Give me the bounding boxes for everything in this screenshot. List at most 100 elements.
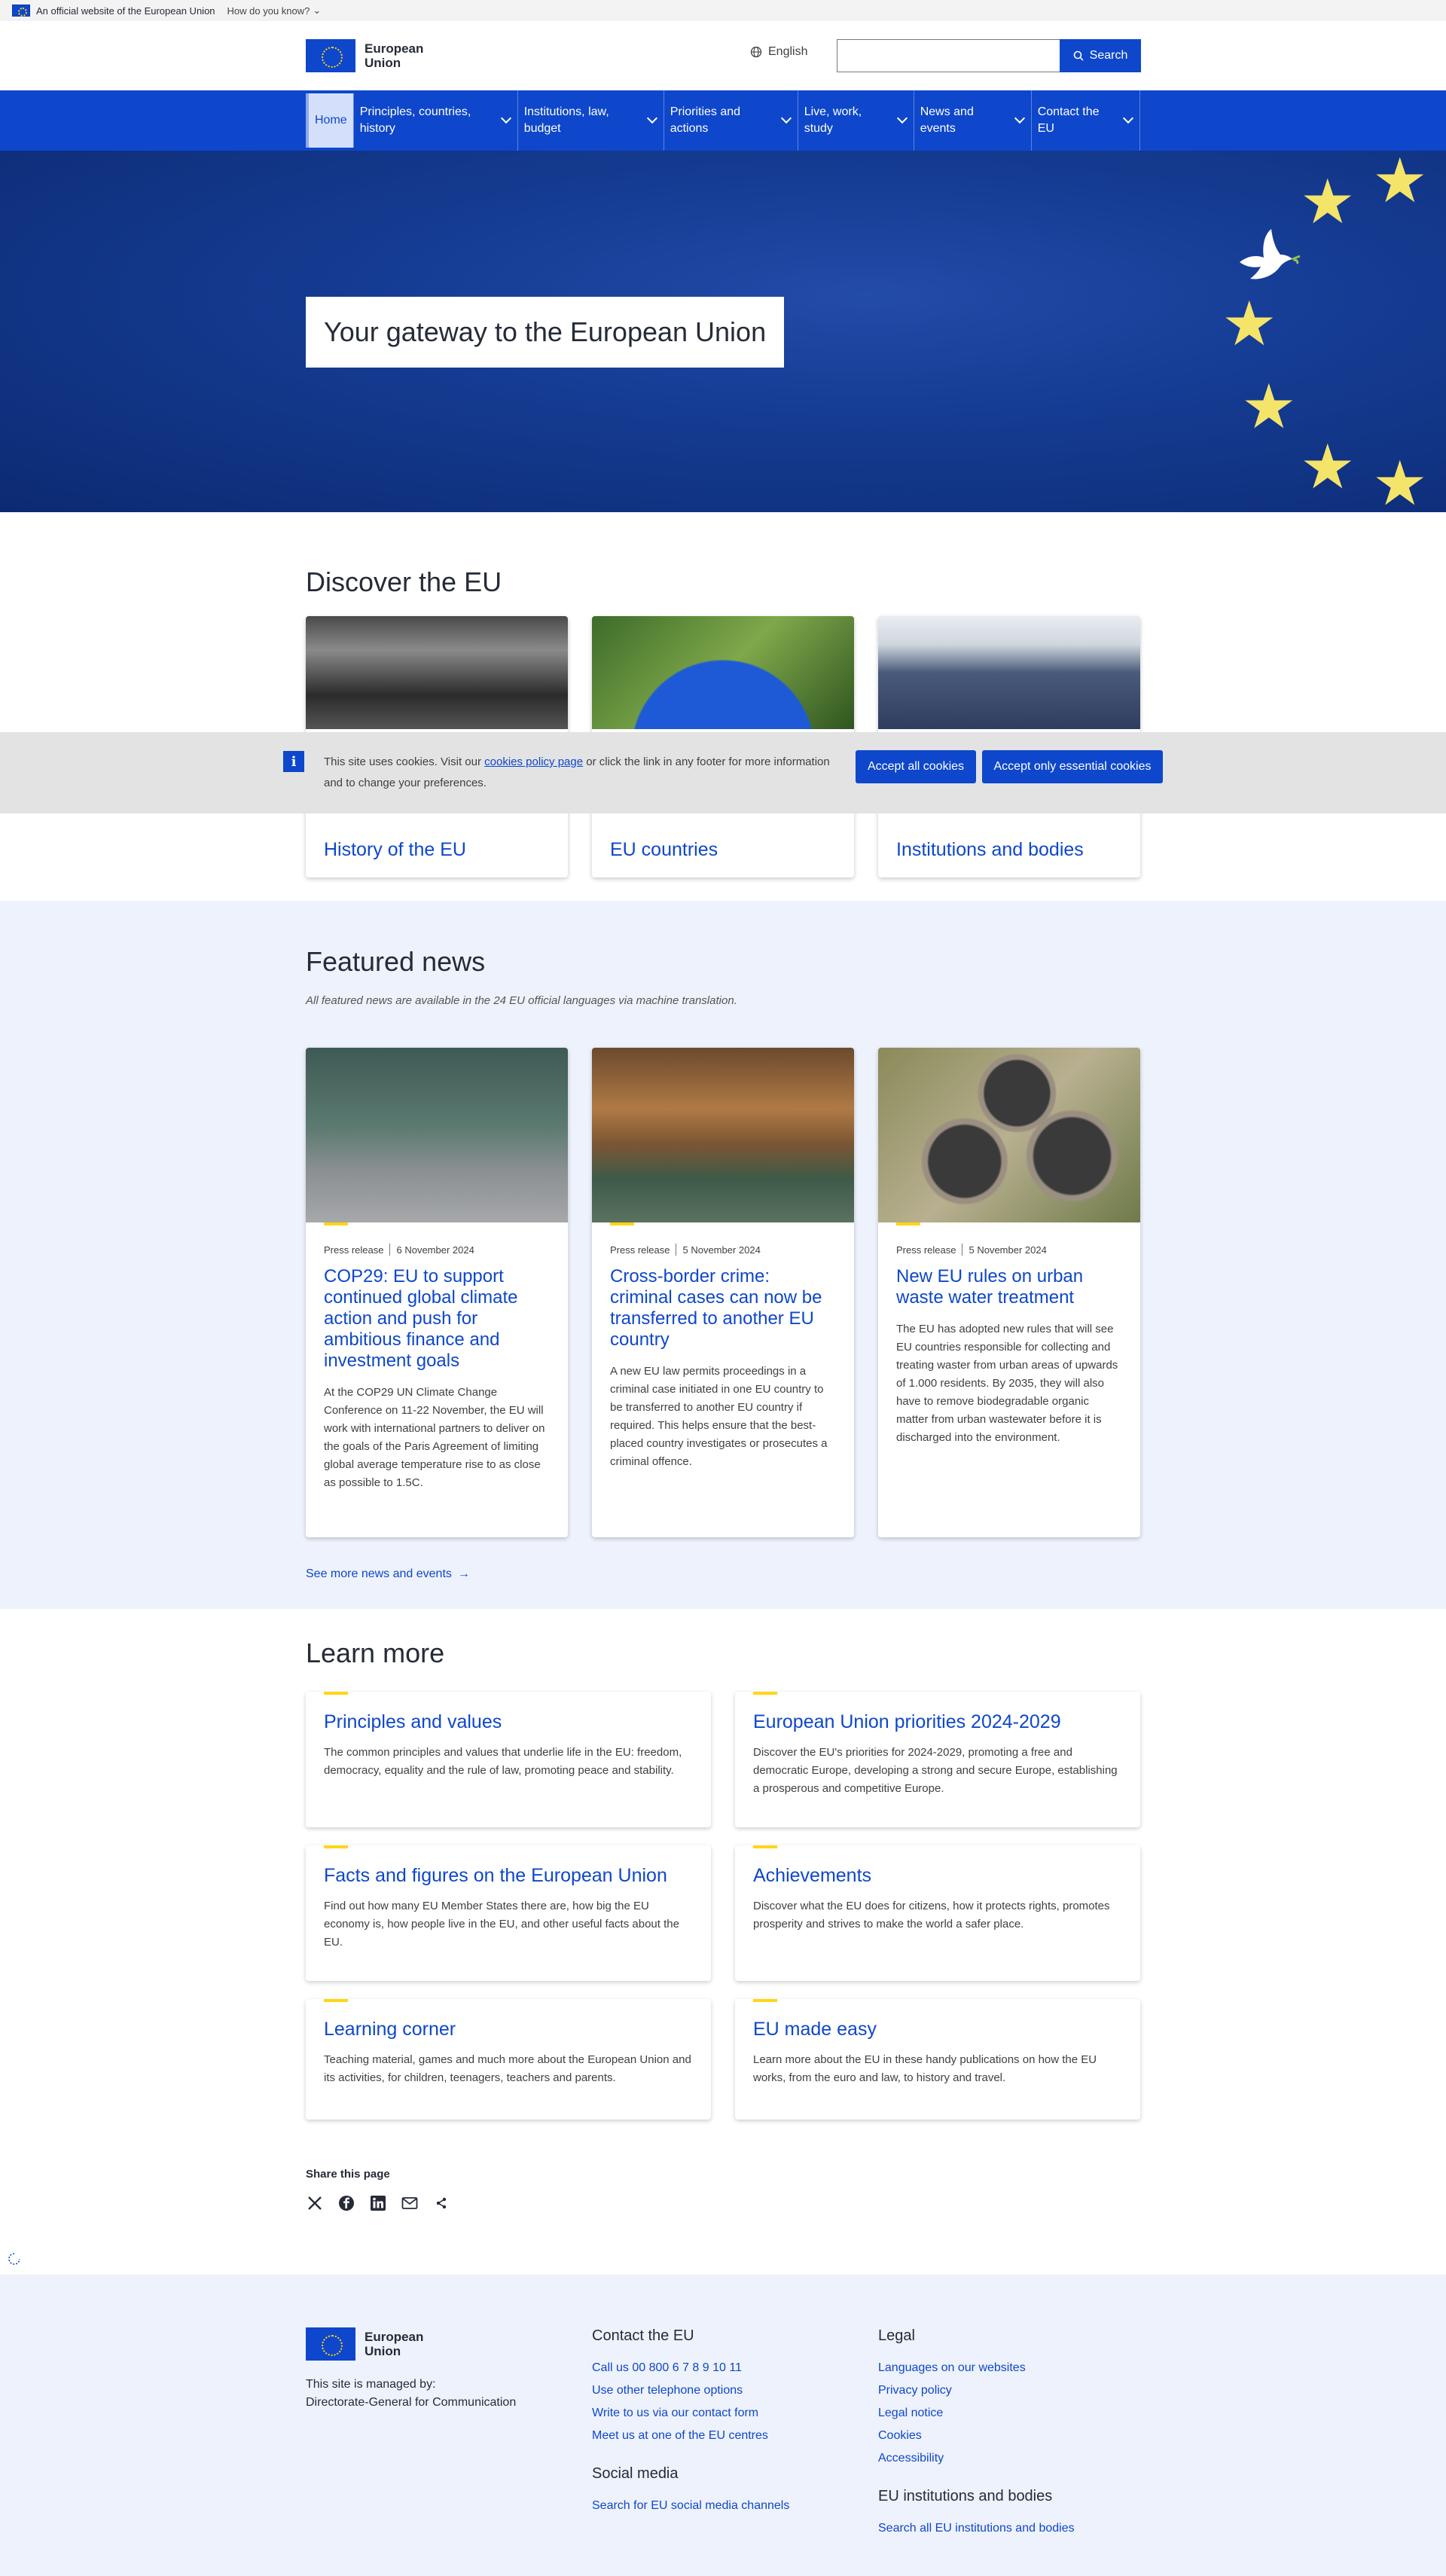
learn-card[interactable]: Facts and figures on the European Union F… [306, 1845, 711, 1981]
logo-text: European Union [365, 41, 423, 70]
learn-card[interactable]: Achievements Discover what the EU does fo… [735, 1845, 1140, 1981]
star-icon: ★ [1222, 290, 1277, 359]
x-icon[interactable] [306, 2194, 324, 2212]
footer-about: European Union This site is managed by: … [306, 2327, 516, 2412]
facebook-icon[interactable] [337, 2194, 355, 2212]
nav-item-contact[interactable]: Contact the EU [1032, 90, 1140, 151]
telephone-options-link[interactable]: Use other telephone options [592, 2379, 789, 2402]
chevron-down-icon: ⌄ [313, 5, 322, 16]
learn-card[interactable]: Learning corner Teaching material, games … [306, 1999, 711, 2120]
nav-item-label: Live, work, study [804, 105, 862, 135]
nav-item-home[interactable]: Home [306, 93, 354, 148]
nav-item-live-work-study[interactable]: Live, work, study [798, 90, 914, 151]
languages-link[interactable]: Languages on our websites [878, 2357, 1075, 2379]
nav-item-institutions[interactable]: Institutions, law, budget [518, 90, 664, 151]
accent-bar [324, 1845, 348, 1848]
star-icon: ★ [1300, 168, 1356, 237]
nav-item-label: Institutions, law, budget [523, 105, 609, 135]
hero-title: Your gateway to the European Union [306, 297, 785, 368]
footer-logo-text: European Union [365, 2330, 424, 2358]
search-button-label: Search [1089, 49, 1128, 62]
news-meta: Press release 6 November 2024 [306, 1225, 568, 1256]
history-image [306, 616, 568, 729]
accent-bar [324, 1999, 348, 2002]
learn-card[interactable]: EU made easy Learn more about the EU in t… [735, 1999, 1140, 2120]
privacy-policy-link[interactable]: Privacy policy [878, 2379, 1075, 2402]
accept-all-cookies-button[interactable]: Accept all cookies [856, 750, 976, 783]
news-heading: Featured news [306, 946, 486, 977]
accept-essential-cookies-button[interactable]: Accept only essential cookies [982, 750, 1163, 783]
legal-notice-link[interactable]: Legal notice [878, 2402, 1075, 2425]
info-icon: i [283, 751, 304, 772]
contact-form-link[interactable]: Write to us via our contact form [592, 2402, 789, 2425]
news-title[interactable]: COP29: EU to support continued global cl… [306, 1256, 568, 1372]
hero-banner: Your gateway to the European Union ★ ★ ★… [0, 151, 1446, 512]
linkedin-icon[interactable] [369, 2194, 387, 2212]
arrow-right-icon: → [457, 1567, 470, 1580]
news-date: 5 November 2024 [682, 1244, 761, 1256]
official-text: An official website of the European Unio… [36, 5, 215, 17]
logo-line1: European [365, 41, 424, 56]
accent-bar [753, 1845, 777, 1848]
social-media-link[interactable]: Search for EU social media channels [592, 2495, 789, 2517]
eu-flag-icon [306, 39, 355, 72]
nav-item-news-events[interactable]: News and events [914, 90, 1032, 151]
gavel-image [592, 1048, 854, 1222]
share-heading: Share this page [306, 2168, 390, 2181]
news-card[interactable]: Press release 6 November 2024 COP29: EU t… [306, 1048, 568, 1537]
how-do-you-know-toggle[interactable]: How do you know? ⌄ [227, 5, 322, 17]
chevron-down-icon [1014, 112, 1025, 124]
share-icon[interactable] [432, 2194, 450, 2212]
search-button[interactable]: Search [1060, 39, 1141, 72]
footer-contact: Contact the EU Call us 00 800 6 7 8 9 10… [592, 2327, 789, 2517]
news-text: A new EU law permits proceedings in a cr… [610, 1365, 828, 1468]
news-card[interactable]: Press release 5 November 2024 New EU rule… [878, 1048, 1140, 1537]
language-label: English [768, 45, 808, 58]
language-selector[interactable]: English [750, 45, 807, 59]
accessibility-link[interactable]: Accessibility [878, 2447, 1075, 2470]
news-type: Press release [324, 1244, 384, 1256]
cookies-link[interactable]: Cookies [878, 2425, 1075, 2447]
institutions-image [878, 616, 1140, 729]
learn-card-text: Discover the EU's priorities for 2024-20… [753, 1746, 1118, 1795]
learn-card-title: Principles and values [324, 1711, 502, 1732]
footer-eu-logo[interactable]: European Union [306, 2327, 516, 2361]
site-footer: European Union This site is managed by: … [0, 2275, 1446, 2576]
star-icon: ★ [1372, 151, 1428, 215]
nav-item-label: News and events [920, 105, 974, 135]
how-do-you-know-label: How do you know? [227, 5, 310, 17]
share-section: Share this page [306, 2168, 1140, 2212]
news-title[interactable]: New EU rules on urban waste water treatm… [878, 1256, 1140, 1308]
water-treatment-image [878, 1048, 1140, 1222]
star-icon: ★ [1241, 373, 1297, 441]
learn-card[interactable]: Principles and values The common principl… [306, 1692, 711, 1827]
cop29-image [306, 1048, 568, 1222]
star-icon: ★ [1300, 433, 1356, 502]
eu-centres-link[interactable]: Meet us at one of the EU centres [592, 2425, 789, 2447]
nav-item-principles[interactable]: Principles, countries, history [354, 90, 518, 151]
see-more-news-link[interactable]: See more news and events → [306, 1567, 470, 1581]
accent-bar [753, 1692, 777, 1695]
accent-bar [324, 1692, 348, 1695]
nav-item-label: Contact the EU [1037, 105, 1100, 135]
footer-legal: Legal Languages on our websites Privacy … [878, 2327, 1075, 2540]
email-icon[interactable] [401, 2194, 419, 2212]
cookie-policy-link[interactable]: cookies policy page [484, 755, 583, 768]
nav-item-priorities[interactable]: Priorities and actions [664, 90, 798, 151]
learn-card[interactable]: European Union priorities 2024-2029 Disco… [735, 1692, 1140, 1827]
site-header: European Union English Search [306, 21, 1141, 90]
call-us-link[interactable]: Call us 00 800 6 7 8 9 10 11 [592, 2357, 789, 2379]
learn-card-text: The common principles and values that un… [324, 1746, 682, 1777]
eu-logo[interactable]: European Union [306, 39, 423, 72]
cookie-message: This site uses cookies. Visit our cookie… [324, 755, 830, 789]
news-subtitle: All featured news are available in the 2… [306, 994, 737, 1007]
news-meta: Press release 5 November 2024 [878, 1225, 1140, 1256]
search-input[interactable] [837, 39, 1060, 72]
news-card[interactable]: Press release 5 November 2024 Cross-borde… [592, 1048, 854, 1537]
globe-icon [750, 46, 762, 58]
institutions-search-link[interactable]: Search all EU institutions and bodies [878, 2517, 1075, 2540]
news-text: At the COP29 UN Climate Change Conferenc… [324, 1386, 545, 1489]
news-title[interactable]: Cross-border crime: criminal cases can n… [592, 1256, 854, 1351]
learn-card-text: Teaching material, games and much more a… [324, 2053, 691, 2084]
learn-card-title: European Union priorities 2024-2029 [753, 1711, 1061, 1732]
